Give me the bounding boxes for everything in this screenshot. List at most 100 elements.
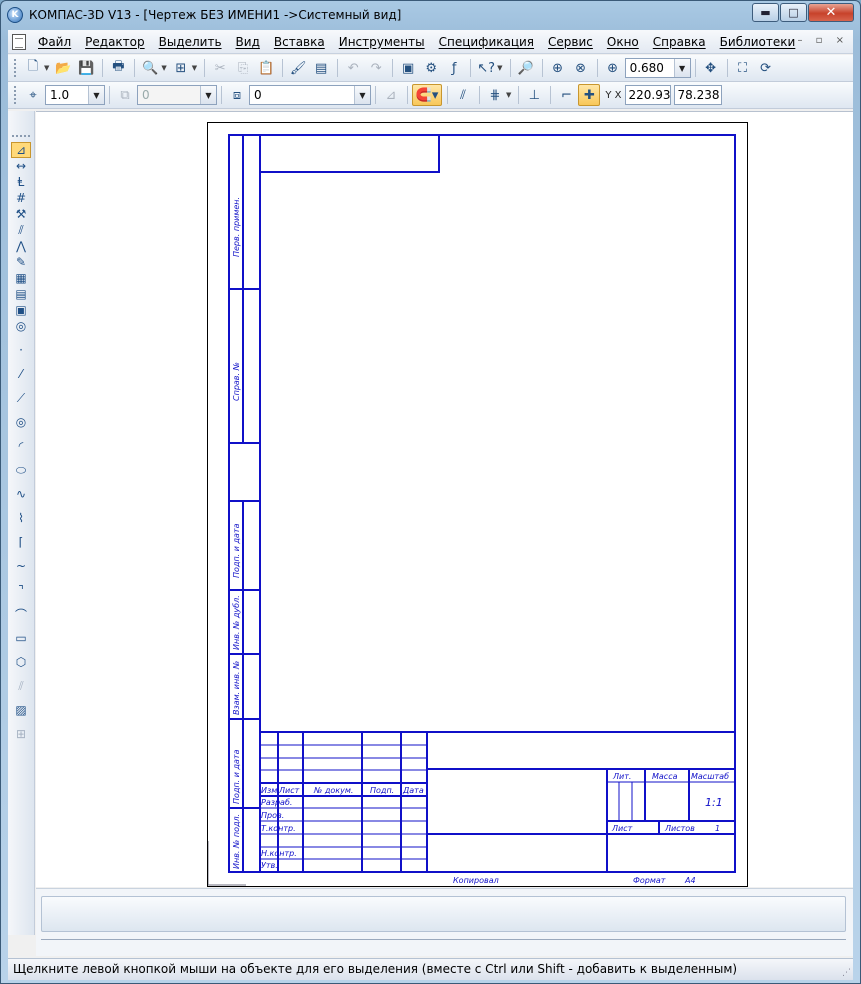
undo-icon[interactable]: ↶: [342, 57, 364, 79]
hatch-tool-icon[interactable]: ▨: [11, 702, 31, 718]
zoom-dynamic-icon[interactable]: ⊗: [570, 57, 592, 79]
specification-panel-icon[interactable]: ▦: [11, 270, 31, 286]
select-panel-icon[interactable]: ⋀: [11, 238, 31, 254]
coordinate-system-icon[interactable]: ⊥: [523, 84, 545, 106]
open-icon[interactable]: 📂: [52, 57, 74, 79]
maximize-button[interactable]: □: [780, 3, 807, 22]
mdi-controls[interactable]: – ▫ ×: [797, 35, 849, 46]
preview-icon[interactable]: 🔍: [139, 57, 161, 79]
refresh-icon[interactable]: ⟳: [755, 57, 777, 79]
menu-edit[interactable]: Редактор: [78, 35, 151, 49]
measure-panel-icon[interactable]: ⫽: [11, 222, 31, 238]
dropdown-arrow-icon[interactable]: ▼: [192, 64, 197, 72]
ellipse-tool-icon[interactable]: ⬭: [11, 462, 31, 478]
step-combo[interactable]: 1.0 ▼: [45, 85, 105, 105]
dimensions-panel-icon[interactable]: ↔: [11, 158, 31, 174]
new-document-icon[interactable]: 🗋: [22, 57, 44, 79]
row-label-n-kontr: Н.контр.: [261, 849, 297, 858]
polyline-tool-icon[interactable]: ⌇: [11, 510, 31, 526]
local-cs-icon[interactable]: ⊿: [380, 84, 402, 106]
menu-window[interactable]: Окно: [600, 35, 646, 49]
chevron-down-icon[interactable]: ▼: [88, 86, 104, 104]
geometry-panel-icon[interactable]: ⊿: [11, 142, 31, 158]
toolbar-grip[interactable]: [14, 59, 17, 77]
cursor-step-icon[interactable]: ⌖: [22, 84, 44, 106]
fillet-tool-icon[interactable]: ⌒: [11, 606, 31, 622]
dropdown-arrow-icon[interactable]: ▼: [506, 91, 511, 99]
circle-tool-icon[interactable]: ◎: [11, 414, 31, 430]
x-coordinate-field[interactable]: 220.93: [624, 85, 671, 105]
help-pointer-icon[interactable]: ↖?: [475, 57, 497, 79]
show-all-icon[interactable]: ⛶: [732, 57, 754, 79]
format-painter-icon[interactable]: 🖌: [287, 57, 309, 79]
chevron-down-icon[interactable]: ▼: [354, 86, 370, 104]
arc-tool-icon[interactable]: ◜: [11, 438, 31, 454]
associative-views-icon[interactable]: ✎: [11, 254, 31, 270]
menu-specification[interactable]: Спецификация: [432, 35, 541, 49]
equidistant-tool-icon[interactable]: ⫽: [11, 678, 31, 694]
dropdown-arrow-icon[interactable]: ▼: [497, 64, 502, 72]
rectangle-tool-icon[interactable]: ▭: [11, 630, 31, 646]
minimize-button[interactable]: ▬: [752, 3, 779, 22]
ortho-icon[interactable]: ⫽: [452, 84, 474, 106]
point-tool-icon[interactable]: ·: [11, 342, 31, 358]
variables-icon[interactable]: ƒ: [443, 57, 465, 79]
segment-tool-icon[interactable]: ⟋: [11, 390, 31, 406]
menu-view[interactable]: Вид: [229, 35, 267, 49]
dropdown-arrow-icon[interactable]: ▼: [161, 64, 166, 72]
tree-icon[interactable]: ▣: [397, 57, 419, 79]
reports-panel-icon[interactable]: ▤: [11, 286, 31, 302]
copy-icon[interactable]: ⎘: [232, 57, 254, 79]
chamfer-tool-icon[interactable]: ⌝: [11, 582, 31, 598]
menu-libraries[interactable]: Библиотеки: [713, 35, 803, 49]
macro-panel-icon[interactable]: ◎: [11, 318, 31, 334]
menu-service[interactable]: Сервис: [541, 35, 600, 49]
save-icon[interactable]: 💾: [75, 57, 97, 79]
parametrization-panel-icon[interactable]: ⚒: [11, 206, 31, 222]
zoom-in-icon[interactable]: ⊕: [602, 57, 624, 79]
round-coords-icon[interactable]: ✚: [578, 84, 601, 106]
paste-icon[interactable]: 📋: [255, 57, 277, 79]
redo-icon[interactable]: ↷: [365, 57, 387, 79]
y-coordinate-field[interactable]: 78.238: [673, 85, 722, 105]
drawing-canvas[interactable]: Перв. примен. Справ. № Подп. и дата Инв.…: [36, 111, 853, 887]
pan-icon[interactable]: ✥: [700, 57, 722, 79]
zoom-window-icon[interactable]: 🔎: [515, 57, 537, 79]
snap-magnet-icon[interactable]: 🧲▾: [412, 84, 442, 106]
orthogonal-icon[interactable]: ⌐: [555, 84, 577, 106]
menu-tools[interactable]: Инструменты: [332, 35, 432, 49]
close-button[interactable]: ✕: [808, 3, 854, 22]
manager-icon[interactable]: ⊞: [170, 57, 192, 79]
style-combo[interactable]: 0 ▼: [249, 85, 371, 105]
grid-icon[interactable]: ⋕: [484, 84, 506, 106]
zoom-combo[interactable]: 0.680 ▼: [624, 58, 691, 78]
dropdown-arrow-icon[interactable]: ▼: [44, 64, 49, 72]
layers-icon[interactable]: ⧈: [226, 84, 248, 106]
collect-contour-icon[interactable]: ⊞: [11, 726, 31, 742]
toolbar-grip[interactable]: [14, 86, 17, 104]
panel-grip[interactable]: [12, 135, 30, 138]
polygon-tool-icon[interactable]: ⬡: [11, 654, 31, 670]
auxiliary-line-icon[interactable]: ⁄: [11, 366, 31, 382]
print-icon[interactable]: 🖶: [107, 57, 129, 79]
insert-panel-icon[interactable]: ▣: [11, 302, 31, 318]
zoom-icon[interactable]: ⊕: [547, 57, 569, 79]
menu-file[interactable]: Файл: [36, 35, 78, 49]
chevron-down-icon[interactable]: ▼: [673, 59, 690, 77]
menu-help[interactable]: Справка: [646, 35, 713, 49]
spline-tool-icon[interactable]: ∿: [11, 486, 31, 502]
edit-panel-icon[interactable]: #: [11, 190, 31, 206]
menu-select[interactable]: Выделить: [152, 35, 229, 49]
bezier-tool-icon[interactable]: ⌈: [11, 534, 31, 550]
menu-insert[interactable]: Вставка: [267, 35, 332, 49]
cut-icon[interactable]: ✂: [209, 57, 231, 79]
curve-tool-icon[interactable]: ~: [11, 558, 31, 574]
resize-grip-icon[interactable]: ⋰: [842, 968, 851, 978]
notation-panel-icon[interactable]: Ⱡ: [11, 174, 31, 190]
title-bar[interactable]: K КОМПАС-3D V13 - [Чертеж БЕЗ ИМЕНИ1 ->С…: [1, 1, 860, 29]
library-manager-icon[interactable]: ⚙: [420, 57, 442, 79]
side-label-inv-dubl: Инв. № дубл.: [232, 595, 241, 650]
document-icon[interactable]: [12, 33, 26, 50]
properties-icon[interactable]: ▤: [310, 57, 332, 79]
drawing-sheet[interactable]: Перв. примен. Справ. № Подп. и дата Инв.…: [207, 122, 748, 887]
